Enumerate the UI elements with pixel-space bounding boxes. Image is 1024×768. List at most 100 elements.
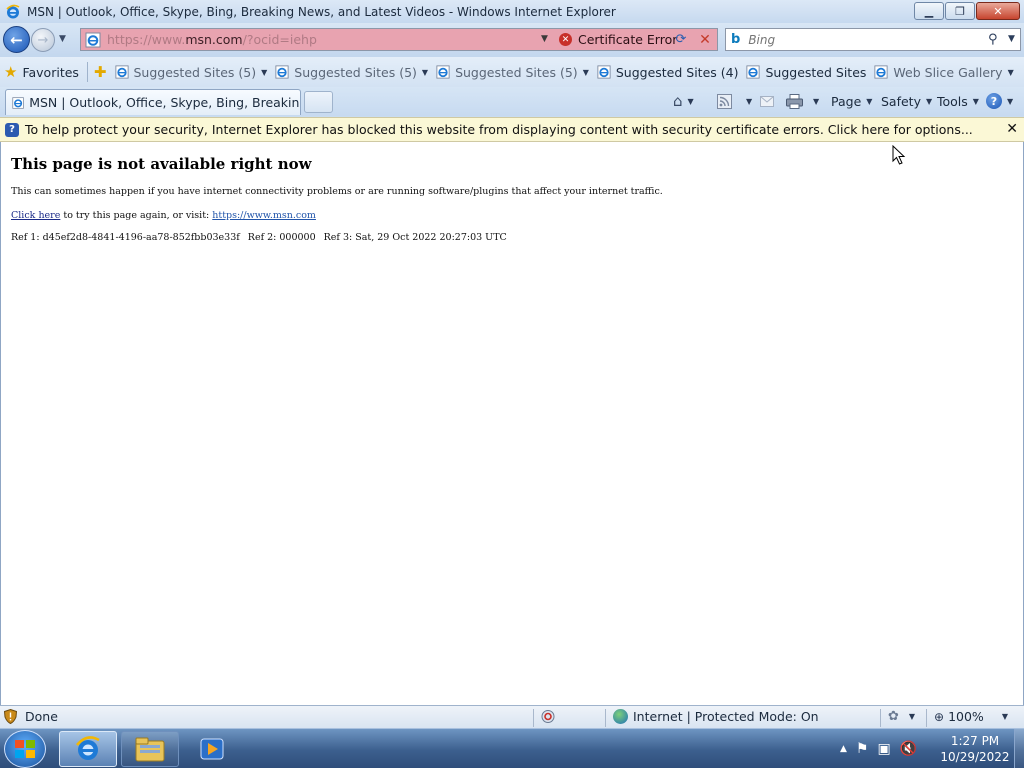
reference-line: Ref 1: d45ef2d8-4841-4196-aa78-852fbb03e…: [11, 232, 515, 243]
clock-date: 10/29/2022: [940, 750, 1010, 764]
page-description: This can sometimes happen if you have in…: [11, 186, 663, 197]
zoom-dropdown-icon[interactable]: ▼: [1002, 712, 1008, 721]
information-bar-message[interactable]: To help protect your security, Internet …: [25, 122, 973, 137]
retry-paragraph: Click here to try this page again, or vi…: [11, 210, 316, 221]
favorites-item-suggested-sites[interactable]: Suggested Sites (4): [593, 60, 743, 84]
favorites-item-suggested-sites[interactable]: Suggested Sites (5) ▼: [111, 60, 272, 84]
start-button[interactable]: [4, 730, 46, 768]
safety-menu-label: Safety: [881, 93, 921, 109]
chevron-down-icon[interactable]: ▼: [583, 68, 589, 77]
information-bar[interactable]: ? To help protect your security, Interne…: [0, 117, 1024, 142]
home-button[interactable]: ⌂ ▼: [673, 90, 694, 112]
popup-blocker-button[interactable]: ✿ ▼: [888, 709, 915, 724]
address-bar[interactable]: https://www.msn.com/?ocid=iehp ▼ ✕ Certi…: [80, 28, 718, 51]
phishing-filter-indicator[interactable]: [540, 709, 557, 724]
show-hidden-icons-button[interactable]: ▲: [840, 744, 847, 754]
search-icon[interactable]: ⚲: [988, 32, 998, 47]
clock-time: 1:27 PM: [950, 734, 1000, 748]
close-window-button[interactable]: ✕: [976, 2, 1020, 20]
print-dropdown-icon[interactable]: ▼: [813, 97, 819, 106]
help-menu[interactable]: ? ▼: [986, 90, 1013, 112]
address-url[interactable]: https://www.msn.com/?ocid=iehp: [107, 32, 317, 47]
back-button[interactable]: ←: [3, 26, 30, 53]
page-heading: This page is not available right now: [11, 155, 312, 173]
favorites-item-label: Web Slice Gallery: [893, 64, 1003, 80]
page-menu-label: Page: [831, 93, 862, 109]
favorites-item-label: Suggested Sites (4): [615, 64, 739, 80]
search-box[interactable]: b ⚲ ▼: [725, 28, 1021, 51]
stop-button[interactable]: ✕: [695, 30, 715, 49]
add-to-favorites-bar-icon[interactable]: ✚: [94, 63, 107, 81]
media-player-icon: [200, 738, 224, 760]
favorites-item-suggested-sites[interactable]: Suggested Sites (5) ▼: [271, 60, 432, 84]
status-separator: [533, 709, 534, 727]
favorites-item-suggested-sites[interactable]: Suggested Sites (5) ▼: [432, 60, 593, 84]
page-menu[interactable]: Page ▼: [831, 90, 872, 112]
ie-page-icon: [436, 65, 450, 79]
status-done: Done: [4, 709, 58, 724]
certificate-error-button[interactable]: ✕ Certificate Error: [559, 30, 677, 49]
ie-page-icon: [275, 65, 289, 79]
taskbar-media-player[interactable]: [183, 731, 241, 767]
taskbar-windows-explorer[interactable]: [121, 731, 179, 767]
chevron-down-icon[interactable]: ▼: [261, 68, 267, 77]
msn-link[interactable]: https://www.msn.com: [212, 210, 316, 221]
favorites-item-suggested-sites[interactable]: Web Slice Gallery ▼: [870, 60, 1017, 84]
info-shield-icon: ?: [5, 122, 19, 137]
address-dropdown-icon[interactable]: ▼: [541, 34, 548, 44]
feeds-button[interactable]: ▼: [717, 90, 752, 112]
internet-explorer-icon: [76, 736, 100, 760]
tools-menu[interactable]: Tools ▼: [937, 90, 979, 112]
safety-menu[interactable]: Safety ▼: [881, 90, 932, 112]
search-input[interactable]: [748, 32, 969, 47]
show-desktop-button[interactable]: [1014, 729, 1024, 768]
action-center-flag-icon[interactable]: ⚑: [856, 741, 869, 757]
refresh-icon: ⟳: [675, 32, 687, 47]
favorites-separator: [86, 62, 88, 82]
read-mail-button[interactable]: [760, 90, 774, 112]
mouse-cursor-icon: [892, 145, 906, 165]
status-bar: Done Internet | Protected Mode: On ✿ ▼ ⊕ …: [0, 705, 1024, 728]
search-options-dropdown[interactable]: ▼: [1008, 34, 1015, 44]
chevron-down-icon[interactable]: ▼: [1008, 68, 1014, 77]
favorites-item-suggested-sites[interactable]: Suggested Sites: [742, 60, 870, 84]
page-menu-caret: ▼: [866, 96, 873, 106]
zoom-icon: ⊕: [934, 709, 945, 724]
restore-button[interactable]: ❐: [945, 2, 975, 20]
forward-button[interactable]: →: [31, 28, 55, 52]
ie-page-icon: [874, 65, 888, 79]
volume-muted-icon[interactable]: 🔇: [900, 741, 917, 757]
close-information-bar-button[interactable]: ✕: [1006, 121, 1018, 137]
navigation-bar: ← → ▼ https://www.msn.com/?ocid=iehp ▼ ✕…: [0, 23, 1024, 57]
page-content: This page is not available right now Thi…: [0, 142, 1024, 705]
zoom-control[interactable]: ⊕ 100% ▼: [934, 709, 1008, 724]
click-here-link[interactable]: Click here: [11, 210, 60, 221]
new-tab-button[interactable]: [304, 91, 333, 113]
ref1-text: Ref 1: d45ef2d8-4841-4196-aa78-852fbb03e…: [11, 232, 240, 243]
change-status-bar-icon: ✿: [888, 709, 899, 724]
minimize-button[interactable]: ▁: [914, 2, 944, 20]
taskbar-clock[interactable]: 1:27 PM 10/29/2022: [936, 733, 1014, 765]
certificate-error-label: Certificate Error: [578, 32, 678, 47]
chevron-down-icon[interactable]: ▼: [422, 68, 428, 77]
internet-zone-globe-icon: [613, 709, 628, 724]
print-button[interactable]: ▼: [786, 90, 819, 112]
refresh-button[interactable]: ⟳: [671, 30, 691, 49]
window-title: MSN | Outlook, Office, Skype, Bing, Brea…: [27, 4, 616, 19]
favorites-item-label: Suggested Sites (5): [294, 64, 417, 80]
feeds-dropdown-icon[interactable]: ▼: [746, 97, 752, 106]
tab-msn[interactable]: MSN | Outlook, Office, Skype, Bing, Brea…: [5, 89, 301, 115]
safety-menu-caret: ▼: [925, 96, 933, 106]
network-icon[interactable]: ▣: [877, 741, 890, 757]
favorites-star-icon: ★: [4, 63, 18, 81]
retry-text: to try this page again, or visit:: [60, 210, 213, 221]
security-zone[interactable]: Internet | Protected Mode: On: [613, 709, 819, 724]
home-dropdown-icon[interactable]: ▼: [688, 97, 694, 106]
taskbar-internet-explorer[interactable]: [59, 731, 117, 767]
recent-pages-dropdown[interactable]: ▼: [59, 34, 66, 44]
ref2-text: Ref 2: 000000: [247, 232, 316, 243]
printer-icon: [786, 93, 803, 109]
favorites-button[interactable]: ★ Favorites: [0, 60, 83, 84]
url-prefix: https://www.: [107, 32, 186, 47]
popup-dropdown-icon[interactable]: ▼: [909, 712, 915, 721]
